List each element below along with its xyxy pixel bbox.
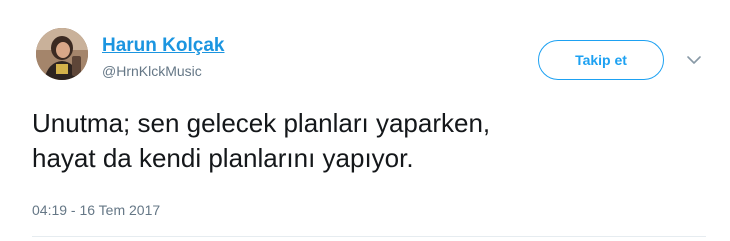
more-options-button[interactable] bbox=[684, 52, 704, 68]
tweet-text: Unutma; sen gelecek planları yaparken, h… bbox=[32, 106, 712, 176]
author-name-link[interactable]: Harun Kolçak bbox=[102, 35, 224, 57]
follow-button[interactable]: Takip et bbox=[538, 40, 664, 80]
avatar-photo-icon bbox=[36, 28, 88, 80]
tweet-timestamp-link[interactable]: 04:19 - 16 Tem 2017 bbox=[32, 202, 160, 218]
tweet-text-line: hayat da kendi planlarını yapıyor. bbox=[32, 143, 414, 173]
tweet-card: Harun Kolçak @HrnKlckMusic Takip et Unut… bbox=[0, 0, 730, 241]
divider bbox=[32, 236, 706, 237]
chevron-down-icon bbox=[687, 56, 701, 64]
author-avatar[interactable] bbox=[36, 28, 88, 80]
tweet-text-line: Unutma; sen gelecek planları yaparken, bbox=[32, 108, 491, 138]
author-handle: @HrnKlckMusic bbox=[102, 63, 202, 79]
